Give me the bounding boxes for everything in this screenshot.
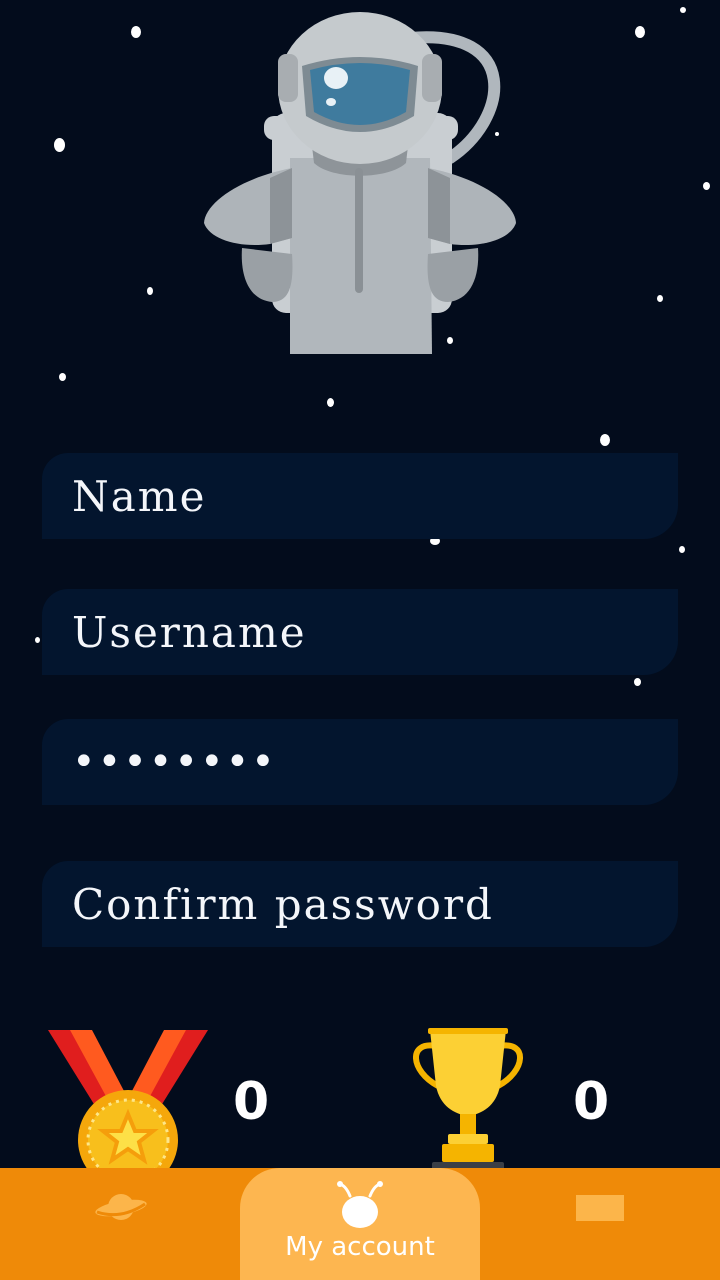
star (59, 373, 66, 381)
star (679, 546, 685, 553)
astronaut-illustration (204, 12, 516, 354)
name-field[interactable]: Name (42, 453, 678, 539)
nav-item-my-account[interactable]: My account (240, 1168, 480, 1280)
alien-icon (337, 1181, 383, 1228)
medal-icon (48, 1030, 208, 1180)
star (703, 182, 710, 190)
nav-label-my-account: My account (285, 1232, 435, 1262)
password-value: •••••••• (72, 739, 277, 785)
star (657, 295, 663, 302)
confirm-password-placeholder: Confirm password (72, 879, 494, 929)
username-placeholder: Username (72, 607, 307, 657)
card-icon (576, 1195, 624, 1221)
star (635, 26, 645, 38)
medals-count: 0 (233, 1072, 270, 1132)
nav-item-card[interactable] (480, 1168, 720, 1280)
star (634, 678, 641, 686)
star (147, 287, 153, 295)
name-placeholder: Name (72, 471, 207, 521)
nav-item-planet[interactable] (0, 1168, 240, 1280)
trophies-count: 0 (573, 1072, 610, 1132)
star (600, 434, 610, 446)
star (54, 138, 65, 152)
planet-icon (95, 1194, 147, 1220)
confirm-password-field[interactable]: Confirm password (42, 861, 678, 947)
star (680, 7, 686, 13)
password-field[interactable]: •••••••• (42, 719, 678, 805)
register-screen: Name Username •••••••• Confirm password … (0, 0, 720, 1280)
star (35, 637, 40, 643)
star (327, 398, 334, 407)
trophy-icon (413, 1028, 523, 1170)
star (131, 26, 141, 38)
bottom-navbar: My account (0, 1168, 720, 1280)
username-field[interactable]: Username (42, 589, 678, 675)
